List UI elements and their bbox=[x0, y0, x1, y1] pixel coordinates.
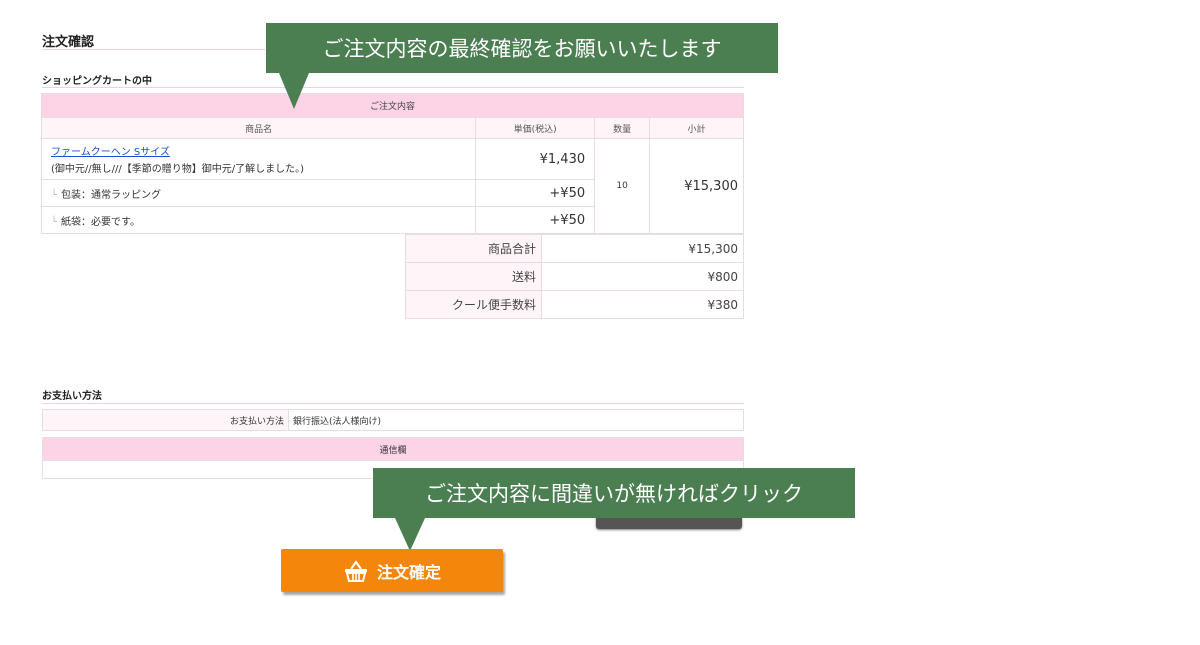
column-header-unit-price: 単価(税込) bbox=[475, 117, 596, 139]
option-label: 紙袋：必要です。 bbox=[61, 216, 141, 228]
totals-table: 商品合計 ¥15,300 送料 ¥800 クール便手数料 ¥380 bbox=[405, 234, 744, 319]
option-cell: └ 包装：通常ラッピング bbox=[40, 179, 477, 207]
bottom-callout-text: ご注文内容に間違いが無ければクリック bbox=[425, 482, 803, 506]
option-price: +¥50 bbox=[475, 206, 596, 234]
column-header-quantity: 数量 bbox=[594, 117, 651, 139]
option-price: +¥50 bbox=[475, 179, 596, 207]
unit-price: ¥1,430 bbox=[475, 138, 596, 180]
cart-table-header: ご注文内容 bbox=[41, 93, 744, 118]
cart-section-divider bbox=[42, 87, 744, 88]
confirm-order-label: 注文確定 bbox=[376, 562, 441, 582]
table-row: 商品合計 ¥15,300 bbox=[405, 234, 744, 263]
payment-label: お支払い方法 bbox=[42, 409, 289, 431]
cart-section-title: ショッピングカートの中 bbox=[42, 76, 152, 87]
product-link[interactable]: ファームクーヘン Sサイズ bbox=[51, 147, 170, 158]
totals-value: ¥800 bbox=[541, 262, 744, 291]
top-callout: ご注文内容の最終確認をお願いいたします bbox=[266, 23, 778, 109]
payment-value: 銀行振込(法人様向け) bbox=[288, 409, 744, 431]
tree-branch-icon: └ bbox=[51, 189, 58, 201]
totals-value: ¥15,300 bbox=[541, 234, 744, 263]
top-callout-text: ご注文内容の最終確認をお願いいたします bbox=[322, 37, 722, 61]
product-cell: ファームクーヘン Sサイズ (御中元//無し///【季節の贈り物】御中元/了解し… bbox=[40, 138, 477, 180]
column-header-product: 商品名 bbox=[40, 117, 477, 139]
column-header-subtotal: 小計 bbox=[649, 117, 744, 139]
table-row: クール便手数料 ¥380 bbox=[405, 290, 744, 319]
product-options: (御中元//無し///【季節の贈り物】御中元/了解しました。) bbox=[51, 164, 305, 175]
basket-icon bbox=[344, 559, 367, 582]
top-callout-tail bbox=[279, 73, 309, 109]
table-row: 送料 ¥800 bbox=[405, 262, 744, 291]
line-subtotal: ¥15,300 bbox=[649, 138, 744, 234]
cart-table: ご注文内容 商品名 単価(税込) 数量 小計 ファームクーヘン Sサイズ (御中… bbox=[40, 93, 744, 234]
totals-label: 商品合計 bbox=[405, 234, 542, 263]
payment-table: お支払い方法 銀行振込(法人様向け) bbox=[42, 409, 744, 431]
memo-header: 通信欄 bbox=[42, 437, 744, 461]
table-row: お支払い方法 銀行振込(法人様向け) bbox=[42, 409, 744, 431]
totals-label: 送料 bbox=[405, 262, 542, 291]
payment-section-title: お支払い方法 bbox=[42, 391, 102, 402]
page-title: 注文確認 bbox=[42, 35, 95, 50]
option-label: 包装：通常ラッピング bbox=[61, 189, 162, 201]
confirm-order-button[interactable]: 注文確定 bbox=[281, 549, 503, 592]
totals-label: クール便手数料 bbox=[405, 290, 542, 319]
bottom-callout: ご注文内容に間違いが無ければクリック bbox=[373, 468, 855, 551]
tree-branch-icon: └ bbox=[51, 216, 58, 228]
totals-value: ¥380 bbox=[541, 290, 744, 319]
table-row: ファームクーヘン Sサイズ (御中元//無し///【季節の贈り物】御中元/了解し… bbox=[40, 138, 744, 234]
bottom-callout-tail bbox=[395, 518, 425, 551]
option-cell: └ 紙袋：必要です。 bbox=[40, 206, 477, 234]
payment-section-divider bbox=[42, 403, 744, 404]
quantity: 10 bbox=[594, 138, 651, 234]
